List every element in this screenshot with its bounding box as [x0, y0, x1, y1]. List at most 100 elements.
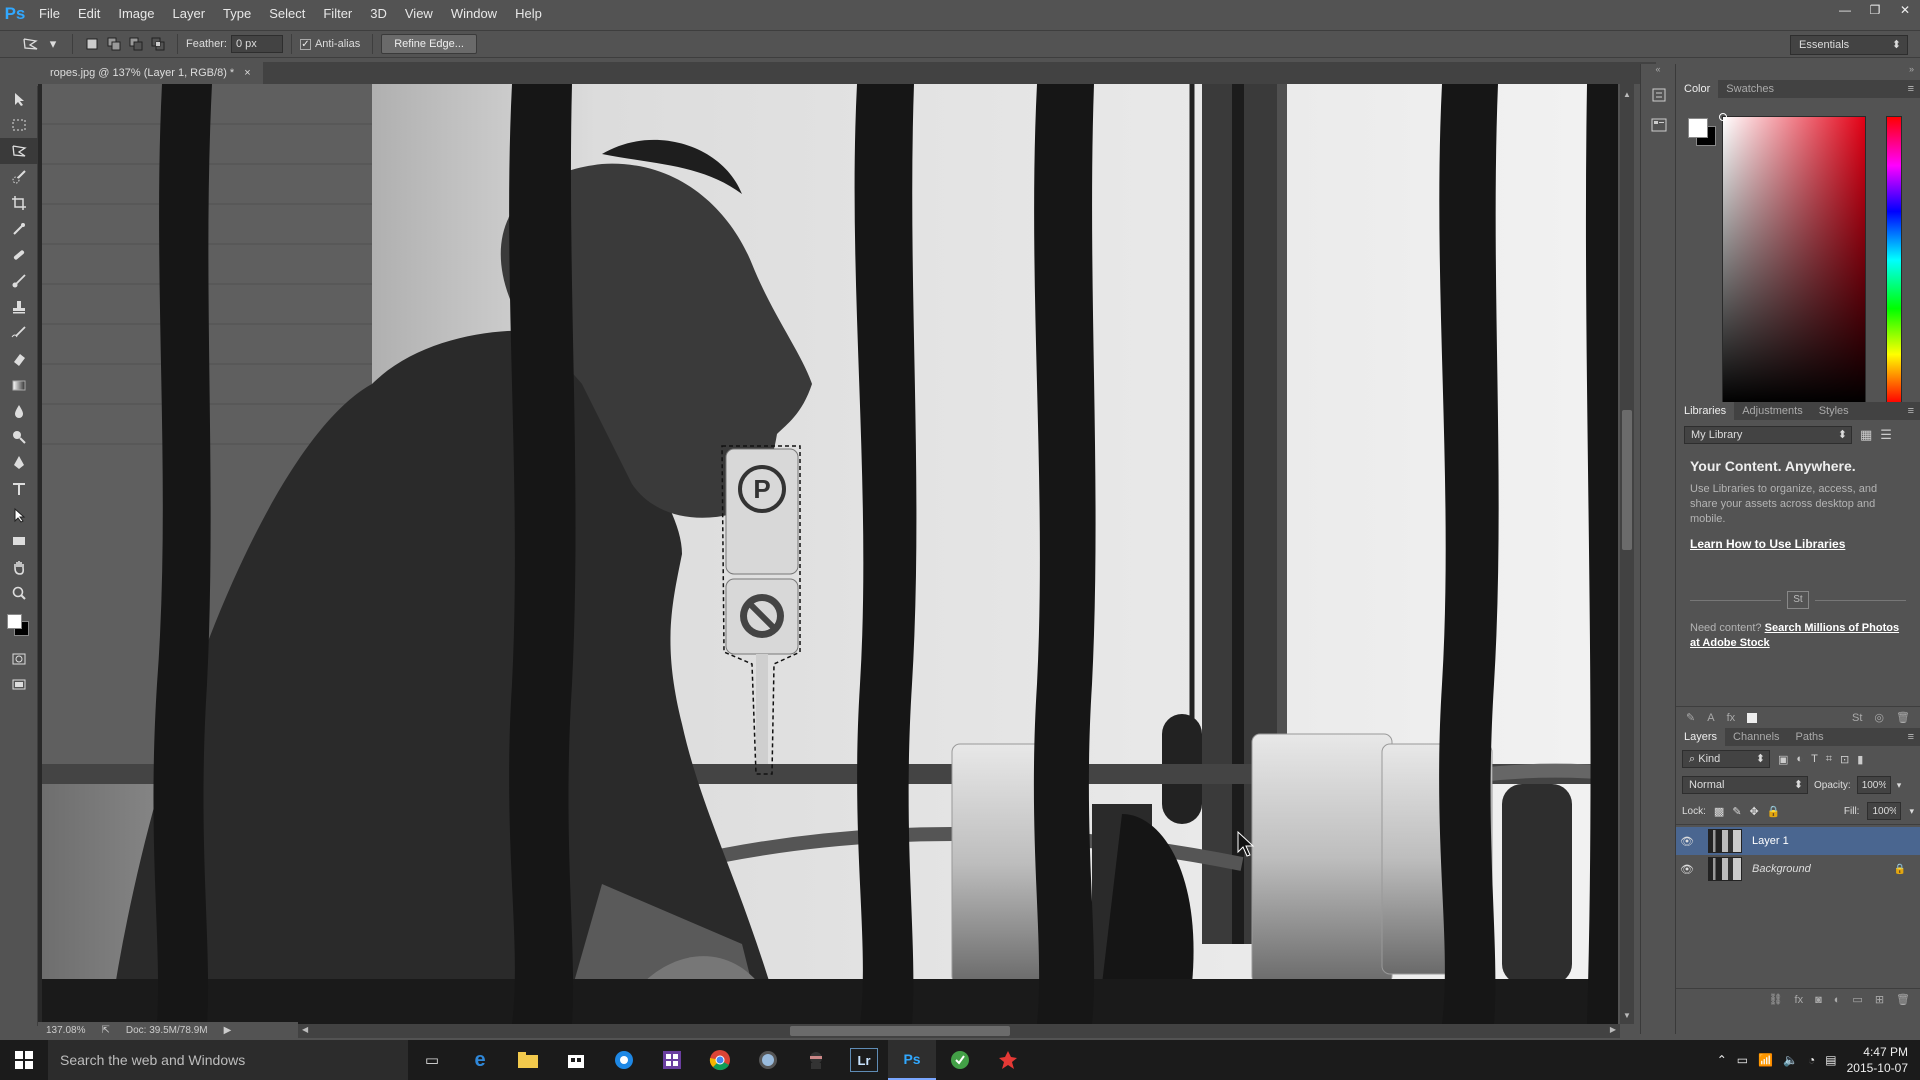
restore-button[interactable]: ❐ — [1860, 0, 1890, 20]
volume-icon[interactable]: 🔈 — [1783, 1053, 1798, 1067]
filter-smart-object-icon[interactable]: ⊡ — [1840, 753, 1849, 766]
feather-input[interactable] — [230, 35, 283, 53]
delete-layer-icon[interactable]: 🗑 — [1896, 993, 1910, 1006]
store-icon[interactable] — [552, 1040, 600, 1080]
color-foreground-swatch[interactable] — [1688, 118, 1708, 138]
vertical-scrollbar[interactable]: ▲ ▼ — [1620, 84, 1634, 1024]
panel-menu-icon[interactable]: ≡ — [1908, 731, 1920, 743]
learn-libraries-link[interactable]: Learn How to Use Libraries — [1690, 537, 1906, 551]
document-tab-close-icon[interactable]: × — [244, 62, 250, 84]
collapse-arrows-icon[interactable]: « — [1641, 64, 1675, 80]
sync-icon[interactable]: ◎ — [1874, 711, 1884, 724]
add-mask-icon[interactable]: ◙ — [1815, 994, 1822, 1006]
eyedropper-tool-icon[interactable] — [0, 216, 38, 242]
add-to-selection-icon[interactable] — [103, 33, 125, 55]
crop-tool-icon[interactable] — [0, 190, 38, 216]
menu-filter[interactable]: Filter — [314, 0, 361, 28]
dodge-tool-icon[interactable] — [0, 424, 38, 450]
polygonal-lasso-preset-icon[interactable] — [20, 33, 42, 55]
horizontal-scroll-thumb[interactable] — [790, 1026, 1010, 1036]
visibility-eye-icon[interactable]: 👁 — [1676, 863, 1698, 876]
filter-pixel-icon[interactable]: ▣ — [1778, 753, 1788, 766]
subtract-from-selection-icon[interactable] — [125, 33, 147, 55]
app-red-icon[interactable] — [984, 1040, 1032, 1080]
library-select[interactable]: My Library ⬍ — [1684, 426, 1852, 444]
file-explorer-icon[interactable] — [504, 1040, 552, 1080]
marquee-tool-icon[interactable] — [0, 112, 38, 138]
clone-stamp-tool-icon[interactable] — [0, 294, 38, 320]
tab-swatches[interactable]: Swatches — [1718, 80, 1782, 98]
menu-image[interactable]: Image — [109, 0, 163, 28]
filter-shape-icon[interactable]: ⌗ — [1826, 753, 1832, 766]
brush-tool-icon[interactable] — [0, 268, 38, 294]
menu-layer[interactable]: Layer — [164, 0, 215, 28]
tab-libraries[interactable]: Libraries — [1676, 402, 1735, 420]
panel-menu-icon[interactable]: ≡ — [1908, 83, 1920, 95]
properties-panel-icon[interactable] — [1641, 110, 1677, 140]
lock-position-icon[interactable]: ✥ — [1750, 805, 1759, 818]
scroll-left-icon[interactable]: ◀ — [302, 1025, 308, 1034]
menu-select[interactable]: Select — [260, 0, 314, 28]
filter-toggle-icon[interactable]: ▮ — [1857, 753, 1863, 766]
antialias-checkbox[interactable]: ✓ — [299, 38, 311, 50]
new-selection-icon[interactable] — [81, 33, 103, 55]
close-button[interactable]: ✕ — [1890, 0, 1920, 20]
add-layer-style-icon[interactable]: fx — [1727, 712, 1736, 724]
add-graphic-icon[interactable]: ✎ — [1686, 711, 1695, 724]
taskbar-clock[interactable]: 4:47 PM 2015-10-07 — [1847, 1044, 1908, 1076]
wifi-icon[interactable]: ◔ — [1808, 1053, 1815, 1067]
menu-view[interactable]: View — [396, 0, 442, 28]
preset-dropdown-icon[interactable]: ▾ — [42, 33, 64, 55]
menu-type[interactable]: Type — [214, 0, 260, 28]
history-panel-icon[interactable] — [1641, 80, 1677, 110]
eraser-tool-icon[interactable] — [0, 346, 38, 372]
lock-image-icon[interactable]: ✎ — [1732, 805, 1741, 818]
lightroom-icon[interactable]: Lr — [850, 1048, 878, 1072]
menu-3d[interactable]: 3D — [361, 0, 396, 28]
add-layer-style-icon[interactable]: fx — [1795, 994, 1804, 1006]
workspace-select[interactable]: Essentials ⬍ — [1790, 35, 1908, 55]
list-view-icon[interactable]: ☰ — [1880, 427, 1892, 443]
refine-edge-button[interactable]: Refine Edge... — [381, 34, 477, 54]
path-selection-tool-icon[interactable] — [0, 502, 38, 528]
taskbar-search-box[interactable]: Search the web and Windows — [48, 1040, 408, 1080]
tab-paths[interactable]: Paths — [1788, 728, 1832, 746]
zoom-level[interactable]: 137.08% — [46, 1025, 85, 1036]
tab-layers[interactable]: Layers — [1676, 728, 1726, 746]
battery-icon[interactable]: ▭ — [1737, 1053, 1748, 1067]
export-icon[interactable]: ⇱ — [101, 1025, 109, 1036]
app-green-icon[interactable] — [936, 1040, 984, 1080]
link-layers-icon[interactable]: ⛓ — [1769, 993, 1783, 1006]
horizontal-scrollbar[interactable]: ◀ ▶ — [298, 1024, 1620, 1038]
app-globe-icon[interactable] — [744, 1040, 792, 1080]
minimize-button[interactable]: — — [1830, 0, 1860, 20]
stock-icon[interactable]: St — [1852, 712, 1862, 724]
vertical-scroll-thumb[interactable] — [1622, 410, 1632, 550]
fill-input[interactable] — [1867, 802, 1902, 820]
scroll-up-icon[interactable]: ▲ — [1623, 90, 1631, 99]
rectangle-tool-icon[interactable] — [0, 528, 38, 554]
scroll-right-icon[interactable]: ▶ — [1610, 1025, 1616, 1034]
chrome-icon[interactable] — [696, 1040, 744, 1080]
layer-kind-filter[interactable]: ⌕ Kind ⬍ — [1682, 750, 1770, 768]
scroll-down-icon[interactable]: ▼ — [1623, 1011, 1631, 1020]
tray-chevron-up-icon[interactable]: ⌃ — [1717, 1053, 1727, 1067]
network-icon[interactable]: 📶 — [1758, 1053, 1773, 1067]
filter-type-icon[interactable]: T — [1811, 753, 1818, 765]
add-color-icon[interactable] — [1747, 712, 1758, 723]
photo-canvas-image[interactable]: P — [42, 84, 1618, 1024]
task-view-icon[interactable]: ▭ — [408, 1040, 456, 1080]
move-tool-icon[interactable] — [0, 86, 38, 112]
intersect-selection-icon[interactable] — [147, 33, 169, 55]
app-grid-icon[interactable] — [648, 1040, 696, 1080]
opacity-input[interactable] — [1856, 776, 1891, 794]
tab-color[interactable]: Color — [1676, 80, 1719, 98]
status-menu-arrow-icon[interactable]: ▶ — [224, 1025, 232, 1036]
hand-tool-icon[interactable] — [0, 554, 38, 580]
hue-slider[interactable] — [1886, 116, 1902, 404]
quick-mask-icon[interactable] — [0, 646, 38, 672]
history-brush-tool-icon[interactable] — [0, 320, 38, 346]
zoom-tool-icon[interactable] — [0, 580, 38, 606]
new-adjustment-layer-icon[interactable]: ◐ — [1834, 994, 1841, 1006]
color-picker-marker[interactable] — [1719, 113, 1727, 121]
